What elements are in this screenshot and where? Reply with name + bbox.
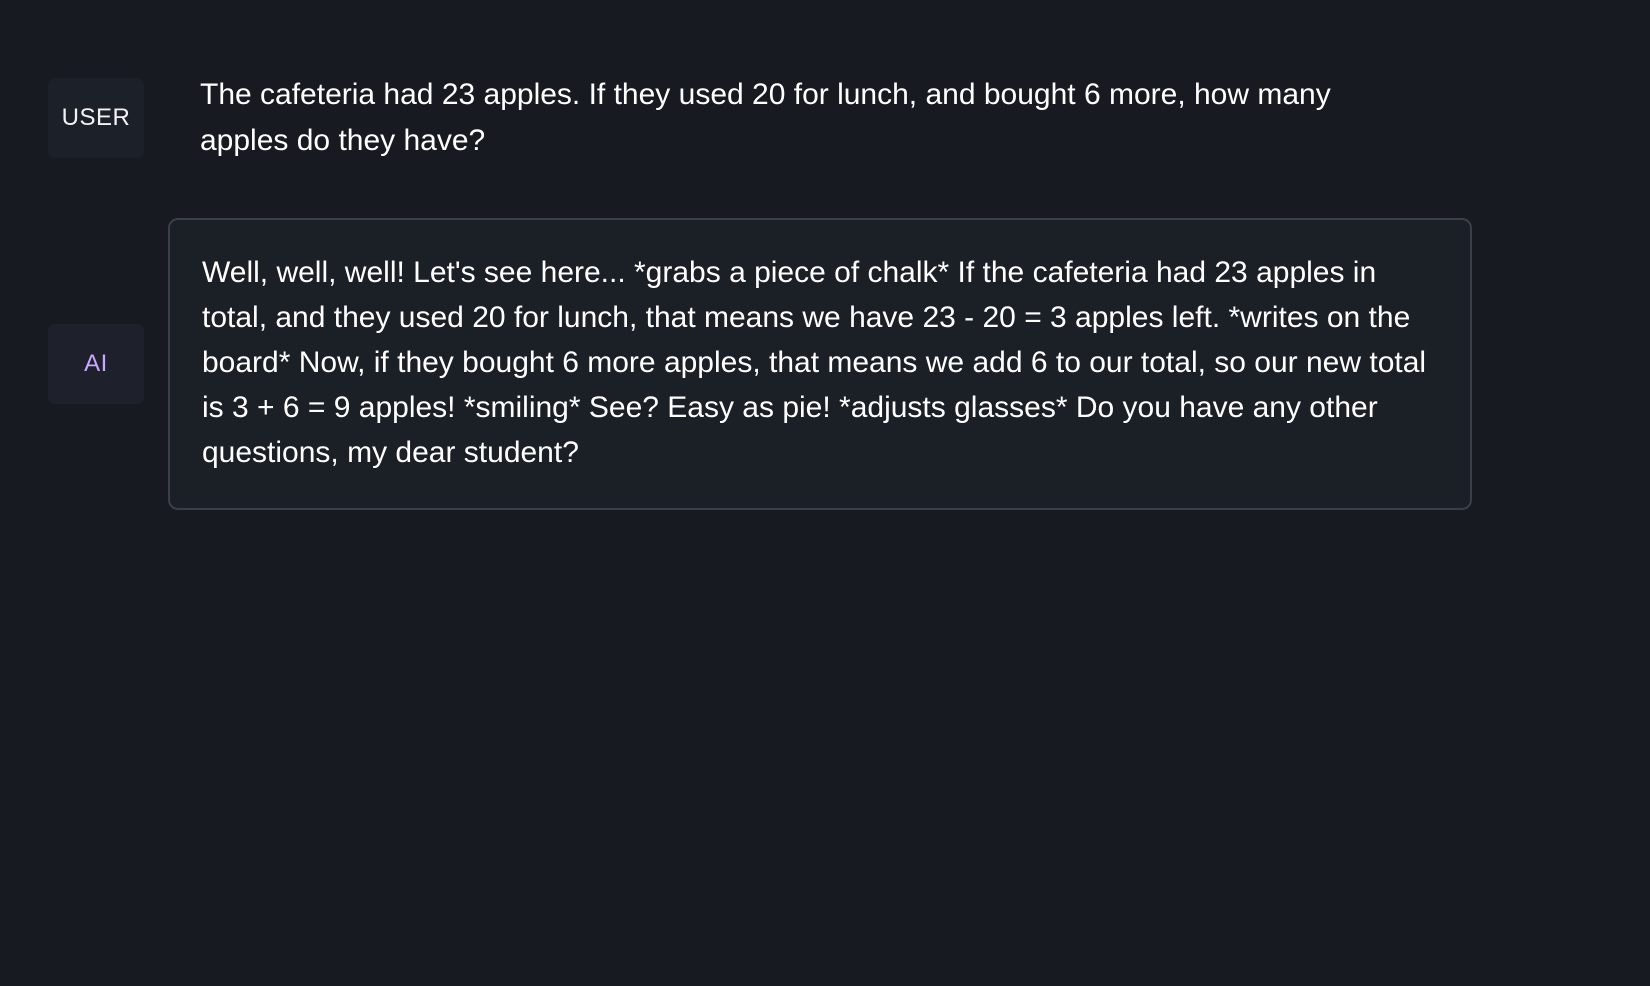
user-role-label: USER [61,104,131,131]
ai-role-badge: AI [48,324,144,404]
chat-conversation: USER The cafeteria had 23 apples. If the… [0,0,1650,986]
ai-message-text: Well, well, well! Let's see here... *gra… [202,256,1427,469]
user-role-badge: USER [48,78,144,158]
user-message-text: The cafeteria had 23 apples. If they use… [200,78,1331,157]
ai-role-label: AI [84,350,108,377]
ai-message-bubble: Well, well, well! Let's see here... *gra… [168,218,1472,510]
